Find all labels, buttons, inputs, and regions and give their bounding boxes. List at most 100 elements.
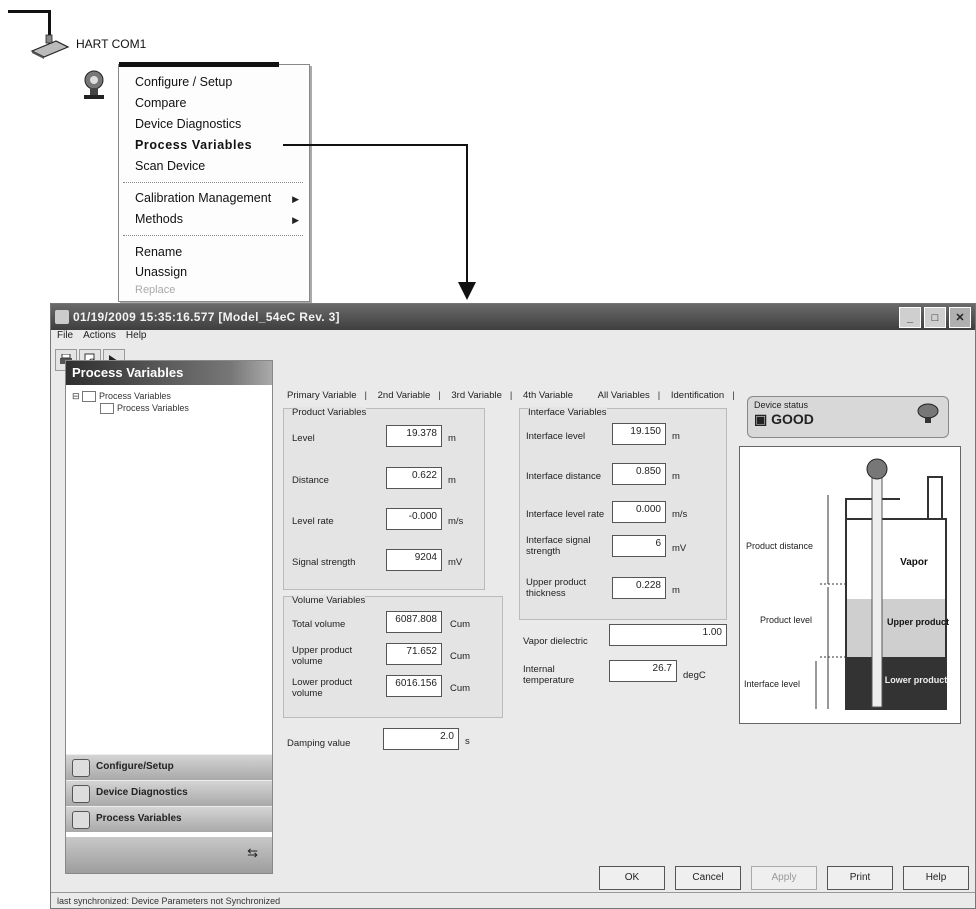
lower-volume-field[interactable]: 6016.156 (386, 675, 442, 697)
field-label: Internal temperature (523, 664, 575, 686)
device-status-box: Device status ▣ GOOD (747, 396, 949, 438)
tank-lower-label: Lower product (885, 675, 948, 685)
interface-level-field[interactable]: 19.150 (612, 423, 666, 445)
unit-label: mV (448, 557, 463, 568)
tab-3rd-variable[interactable]: 3rd Variable (451, 390, 502, 401)
unit-label: m/s (448, 516, 464, 527)
menu-item-configure-setup[interactable]: Configure / Setup (135, 75, 232, 89)
damping-field[interactable]: 2.0 (383, 728, 459, 750)
nav-options-icon[interactable]: ⇆ (247, 845, 258, 861)
tree-root[interactable]: ⊟ Process Variables (72, 391, 171, 403)
print-button[interactable]: Print (827, 866, 893, 890)
window-title: 01/19/2009 15:35:16.577 [Model_54eC Rev.… (73, 310, 340, 324)
callout-line (283, 144, 467, 146)
interface-variables-group: Interface Variables Interface level 19.1… (519, 407, 727, 620)
menu-help[interactable]: Help (126, 330, 147, 341)
title-bar[interactable]: 01/19/2009 15:35:16.577 [Model_54eC Rev.… (51, 304, 975, 330)
volume-variables-group: Volume Variables Total volume 6087.808 C… (283, 595, 503, 718)
tree-root-label: Process Variables (99, 391, 171, 401)
field-label: Level rate (292, 516, 334, 527)
total-volume-field[interactable]: 6087.808 (386, 611, 442, 633)
product-variables-group: Product Variables Level 19.378 m Distanc… (283, 407, 485, 590)
nav-footer: ⇆ (66, 837, 272, 873)
menu-item-compare[interactable]: Compare (135, 96, 186, 110)
help-button[interactable]: Help (903, 866, 969, 890)
nav-device-diagnostics[interactable]: Device Diagnostics (66, 780, 272, 806)
menu-item-device-diagnostics[interactable]: Device Diagnostics (135, 117, 241, 131)
tab-4th-variable[interactable]: 4th Variable (523, 390, 573, 401)
menu-item-process-variables[interactable]: Process Variables (135, 138, 252, 152)
field-label: Damping value (287, 738, 351, 749)
menu-item-rename[interactable]: Rename (135, 245, 182, 259)
menu-item-unassign[interactable]: Unassign (135, 265, 187, 279)
hart-com-label[interactable]: HART COM1 (76, 37, 146, 51)
menu-item-replace: Replace (135, 284, 176, 296)
unit-label: Cum (450, 651, 471, 662)
submenu-arrow-icon: ▶ (292, 194, 299, 204)
menu-separator (123, 235, 303, 236)
product-distance-label: Product distance (746, 541, 813, 551)
apply-button[interactable]: Apply (751, 866, 817, 890)
cancel-button[interactable]: Cancel (675, 866, 741, 890)
unit-label: mV (672, 543, 687, 554)
unit-label: Cum (450, 619, 471, 630)
hart-modem-icon[interactable] (30, 33, 70, 59)
vapor-dielectric-field[interactable]: 1.00 (609, 624, 727, 646)
internal-temperature-field[interactable]: 26.7 (609, 660, 677, 682)
process-variables-window: 01/19/2009 15:35:16.577 [Model_54eC Rev.… (50, 303, 976, 909)
field-label: Interface signal strength (526, 535, 591, 557)
pane-header: Process Variables (66, 361, 272, 385)
menu-actions[interactable]: Actions (83, 330, 116, 341)
unit-label: m (448, 433, 456, 444)
field-label: Interface level (526, 431, 586, 442)
close-button[interactable]: ✕ (949, 307, 971, 328)
minimize-button[interactable]: _ (899, 307, 921, 328)
field-label: Lower product volume (292, 677, 353, 699)
level-field[interactable]: 19.378 (386, 425, 442, 447)
tab-primary-variable[interactable]: Primary Variable (287, 390, 357, 401)
field-label: Level (292, 433, 315, 444)
menu-separator (123, 182, 303, 183)
field-label: Interface level rate (526, 509, 605, 520)
menu-bar: File Actions Help (51, 330, 975, 346)
menu-item-scan-device[interactable]: Scan Device (135, 159, 205, 173)
field-label: Total volume (292, 619, 346, 630)
unit-label: m (672, 585, 680, 596)
tree-child[interactable]: Process Variables (100, 403, 189, 415)
tank-upper-label: Upper product (887, 617, 949, 627)
tab-strip: Primary Variable | 2nd Variable | 3rd Vari… (287, 390, 735, 401)
tank-diagram: Device status ▣ GOOD Vapor Upper product… (739, 396, 961, 724)
upper-volume-field[interactable]: 71.652 (386, 643, 442, 665)
product-level-label: Product level (760, 615, 812, 625)
tab-2nd-variable[interactable]: 2nd Variable (378, 390, 431, 401)
unit-label: Cum (450, 683, 471, 694)
group-title: Volume Variables (292, 595, 366, 606)
field-label: Distance (292, 475, 329, 486)
signal-strength-field[interactable]: 9204 (386, 549, 442, 571)
unit-label: m (672, 431, 680, 442)
menu-file[interactable]: File (57, 330, 73, 341)
maximize-button[interactable]: □ (924, 307, 946, 328)
nav-label: Device Diagnostics (96, 787, 188, 798)
submenu-arrow-icon: ▶ (292, 215, 299, 225)
interface-level-label: Interface level (744, 679, 800, 689)
menu-item-calibration-management[interactable]: Calibration Management (135, 191, 271, 205)
nav-configure-setup[interactable]: Configure/Setup (66, 754, 272, 780)
interface-rate-field[interactable]: 0.000 (612, 501, 666, 523)
thickness-field[interactable]: 0.228 (612, 577, 666, 599)
level-rate-field[interactable]: -0.000 (386, 508, 442, 530)
field-label: Upper product volume (292, 645, 353, 667)
menu-item-methods[interactable]: Methods (135, 212, 183, 226)
tab-all-variables[interactable]: All Variables (598, 390, 650, 401)
navigation-pane: Process Variables ⊟ Process Variables Pr… (65, 360, 273, 874)
tank-panel: Vapor Upper product Lower product Produc… (739, 446, 961, 724)
ok-button[interactable]: OK (599, 866, 665, 890)
device-icon[interactable] (78, 68, 110, 102)
tab-identification[interactable]: Identification (671, 390, 724, 401)
distance-field[interactable]: 0.622 (386, 467, 442, 489)
interface-distance-field[interactable]: 0.850 (612, 463, 666, 485)
nav-process-variables[interactable]: Process Variables (66, 806, 272, 832)
unit-label: m (448, 475, 456, 486)
interface-signal-field[interactable]: 6 (612, 535, 666, 557)
group-title: Product Variables (292, 407, 367, 418)
